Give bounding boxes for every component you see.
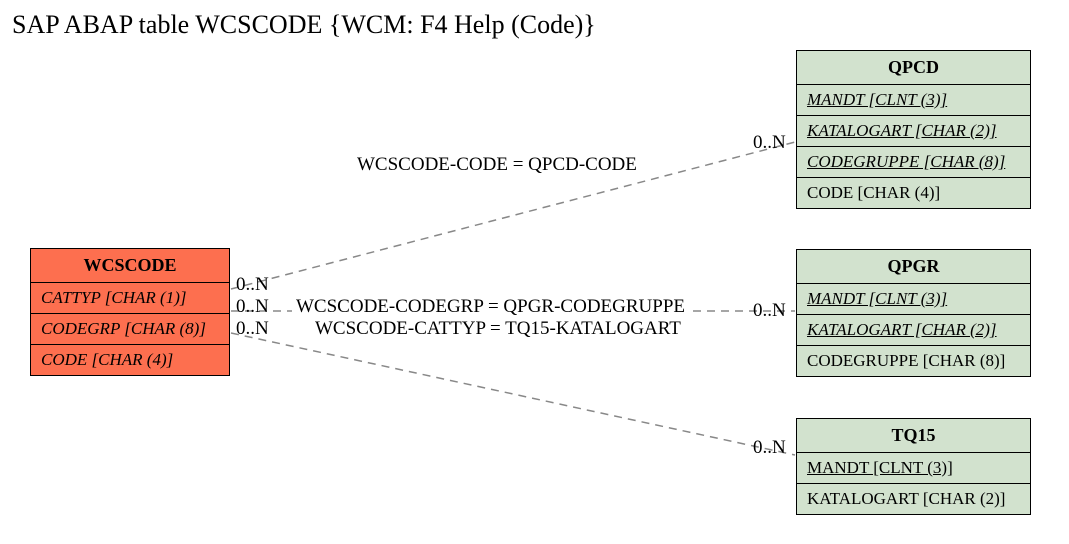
field: MANDT [CLNT (3)] <box>797 284 1030 315</box>
relation-label: WCSCODE-CODEGRP = QPGR-CODEGRUPPE <box>292 296 689 318</box>
page-title: SAP ABAP table WCSCODE {WCM: F4 Help (Co… <box>12 10 596 40</box>
entity-wcscode-header: WCSCODE <box>31 249 229 283</box>
relation-label: WCSCODE-CATTYP = TQ15-KATALOGART <box>311 318 685 340</box>
field: CODEGRUPPE [CHAR (8)] <box>797 346 1030 376</box>
cardinality: 0..N <box>236 318 269 340</box>
cardinality: 0..N <box>753 437 786 459</box>
cardinality: 0..N <box>236 274 269 296</box>
entity-qpcd-header: QPCD <box>797 51 1030 85</box>
entity-qpgr-header: QPGR <box>797 250 1030 284</box>
entity-wcscode: WCSCODE CATTYP [CHAR (1)] CODEGRP [CHAR … <box>30 248 230 376</box>
cardinality: 0..N <box>236 296 269 318</box>
field: KATALOGART [CHAR (2)] <box>797 484 1030 514</box>
entity-qpcd: QPCD MANDT [CLNT (3)] KATALOGART [CHAR (… <box>796 50 1031 209</box>
field: CATTYP [CHAR (1)] <box>31 283 229 314</box>
field: KATALOGART [CHAR (2)] <box>797 315 1030 346</box>
relation-label: WCSCODE-CODE = QPCD-CODE <box>353 154 641 176</box>
entity-tq15: TQ15 MANDT [CLNT (3)] KATALOGART [CHAR (… <box>796 418 1031 515</box>
field: MANDT [CLNT (3)] <box>797 85 1030 116</box>
field: KATALOGART [CHAR (2)] <box>797 116 1030 147</box>
field: MANDT [CLNT (3)] <box>797 453 1030 484</box>
entity-tq15-header: TQ15 <box>797 419 1030 453</box>
field: CODEGRUPPE [CHAR (8)] <box>797 147 1030 178</box>
entity-qpgr: QPGR MANDT [CLNT (3)] KATALOGART [CHAR (… <box>796 249 1031 377</box>
cardinality: 0..N <box>753 300 786 322</box>
field: CODEGRP [CHAR (8)] <box>31 314 229 345</box>
cardinality: 0..N <box>753 132 786 154</box>
field: CODE [CHAR (4)] <box>31 345 229 375</box>
field: CODE [CHAR (4)] <box>797 178 1030 208</box>
